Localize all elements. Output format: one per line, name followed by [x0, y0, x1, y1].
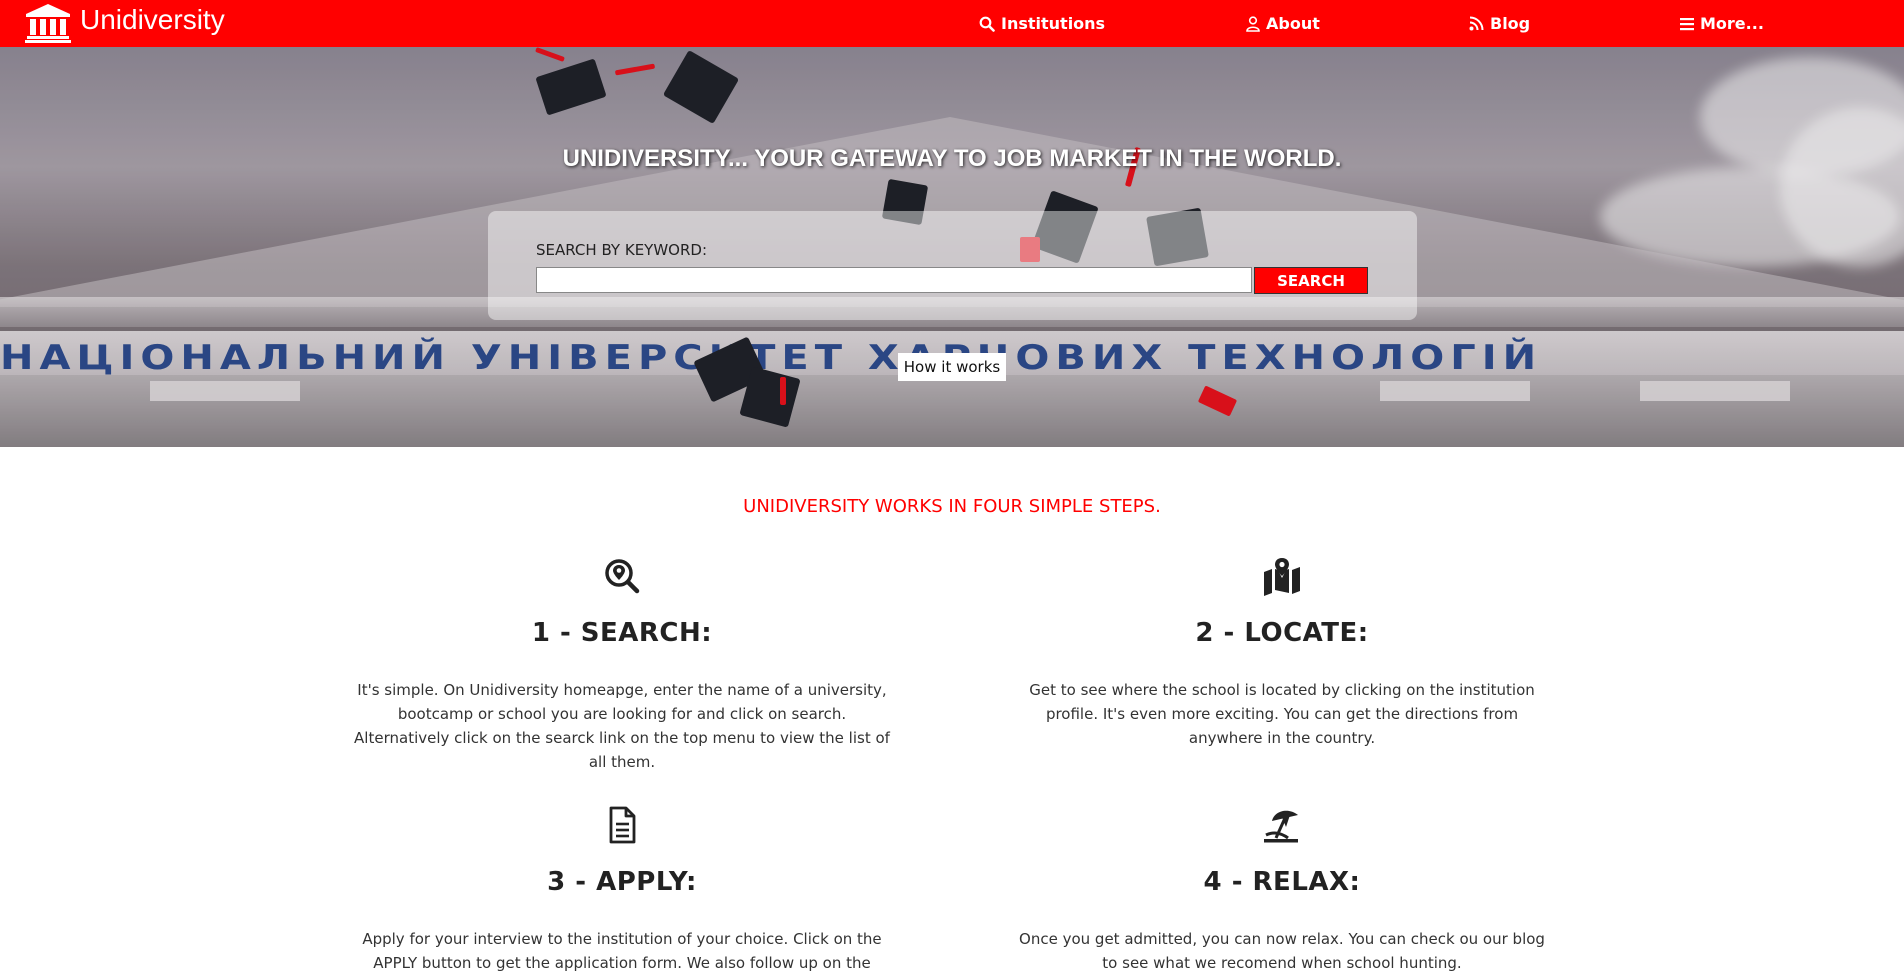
- search-label: SEARCH BY KEYWORD:: [536, 241, 707, 259]
- university-icon: [25, 4, 71, 43]
- how-it-works-button[interactable]: How it works: [898, 353, 1006, 381]
- rss-icon: [1469, 16, 1484, 31]
- step-title: 1 - SEARCH:: [531, 618, 713, 648]
- hero-banner: НАЦІОНАЛЬНИЙ УНІВЕРСИТЕТ ХАРЧОВИХ ТЕХНОЛ…: [0, 47, 1904, 447]
- step-relax: 4 - RELAX: Once you get admitted, you ca…: [1002, 805, 1562, 975]
- step-description: Apply for your interview to the institut…: [362, 930, 882, 972]
- nav-about[interactable]: About: [1246, 0, 1320, 47]
- nav-more[interactable]: More...: [1680, 0, 1764, 47]
- hero-title: UNIDIVERSITY... YOUR GATEWAY TO JOB MARK…: [562, 145, 1342, 172]
- nav-blog[interactable]: Blog: [1469, 0, 1530, 47]
- search-panel: SEARCH BY KEYWORD: SEARCH: [488, 211, 1417, 320]
- nav-institutions-label: Institutions: [1001, 14, 1106, 33]
- top-navbar: Unidiversity Institutions About Blog Mor…: [0, 0, 1904, 47]
- step-description: It's simple. On Unidiversity homeapge, e…: [354, 681, 890, 771]
- brand-name: Unidiversity: [80, 4, 225, 35]
- step-description: Once you get admitted, you can now relax…: [1019, 930, 1545, 972]
- nav-about-label: About: [1266, 14, 1320, 33]
- steps-heading: UNIDIVERSITY WORKS IN FOUR SIMPLE STEPS.: [743, 496, 1161, 517]
- search-input[interactable]: [536, 267, 1252, 293]
- nav-more-label: More...: [1700, 14, 1764, 33]
- umbrella-beach-icon: [1264, 810, 1298, 843]
- step-search: 1 - SEARCH: It's simple. On Unidiversity…: [342, 556, 902, 774]
- step-locate: 2 - LOCATE: Get to see where the school …: [1002, 556, 1562, 750]
- search-location-icon: [605, 559, 640, 594]
- step-description: Get to see where the school is located b…: [1029, 681, 1535, 747]
- document-icon: [609, 806, 636, 844]
- map-marked-icon: [1264, 558, 1300, 596]
- step-title: 4 - RELAX:: [1203, 867, 1361, 897]
- step-apply: 3 - APPLY: Apply for your interview to t…: [342, 805, 902, 975]
- step-title: 3 - APPLY:: [547, 867, 697, 897]
- user-icon: [1246, 15, 1260, 32]
- search-icon: [979, 16, 995, 32]
- nav-institutions[interactable]: Institutions: [979, 0, 1105, 47]
- menu-icon: [1680, 17, 1694, 30]
- step-title: 2 - LOCATE:: [1195, 618, 1369, 648]
- nav-blog-label: Blog: [1490, 14, 1531, 33]
- brand-link[interactable]: Unidiversity: [24, 2, 225, 44]
- search-button[interactable]: SEARCH: [1254, 267, 1368, 294]
